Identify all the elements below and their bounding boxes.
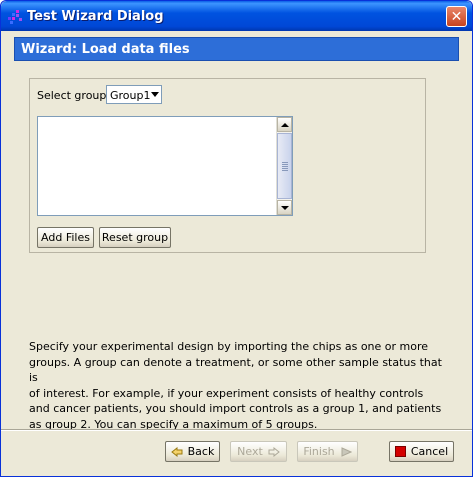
add-files-button[interactable]: Add Files [37, 227, 94, 248]
scroll-thumb[interactable] [277, 133, 292, 199]
next-button[interactable]: Next [230, 441, 287, 462]
select-group-label: Select group: [37, 89, 111, 102]
group-panel: Select group: Group1 Add Files Reset gro… [29, 78, 426, 253]
page-title: Wizard: Load data files [21, 42, 190, 57]
next-label: Next [237, 445, 263, 458]
group-select-value: Group1 [110, 89, 151, 102]
close-icon: ✕ [450, 8, 463, 25]
next-arrow-icon [268, 446, 280, 457]
dropdown-arrow-icon [151, 92, 159, 97]
wizard-header: Wizard: Load data files [14, 37, 459, 61]
scroll-down-icon [281, 206, 289, 210]
cancel-button[interactable]: Cancel [389, 441, 454, 462]
cancel-icon [394, 446, 406, 457]
add-files-label: Add Files [41, 231, 90, 244]
finish-button[interactable]: Finish [297, 441, 358, 462]
back-arrow-icon [170, 446, 183, 457]
file-list[interactable] [37, 116, 293, 216]
app-icon [8, 10, 22, 24]
cancel-label: Cancel [410, 445, 449, 458]
reset-group-button[interactable]: Reset group [99, 227, 171, 248]
title-bar[interactable]: Test Wizard Dialog ✕ [1, 1, 472, 31]
grip-icon [282, 162, 288, 172]
window-title: Test Wizard Dialog [27, 9, 164, 24]
back-button[interactable]: Back [165, 441, 220, 462]
back-label: Back [187, 445, 215, 458]
group-select[interactable]: Group1 [106, 85, 162, 104]
finish-label: Finish [303, 445, 335, 458]
scroll-up-button[interactable] [277, 117, 292, 132]
file-list-scrollbar[interactable] [276, 117, 292, 215]
instructions-text: Specify your experimental design by impo… [29, 340, 442, 431]
scroll-down-button[interactable] [277, 200, 292, 215]
reset-group-label: Reset group [101, 231, 169, 244]
finish-arrow-icon [341, 446, 352, 457]
wizard-window: Test Wizard Dialog ✕ Wizard: Load data f… [0, 0, 473, 477]
footer-separator [1, 429, 472, 431]
scroll-up-icon [281, 123, 289, 127]
close-button[interactable]: ✕ [446, 6, 467, 27]
